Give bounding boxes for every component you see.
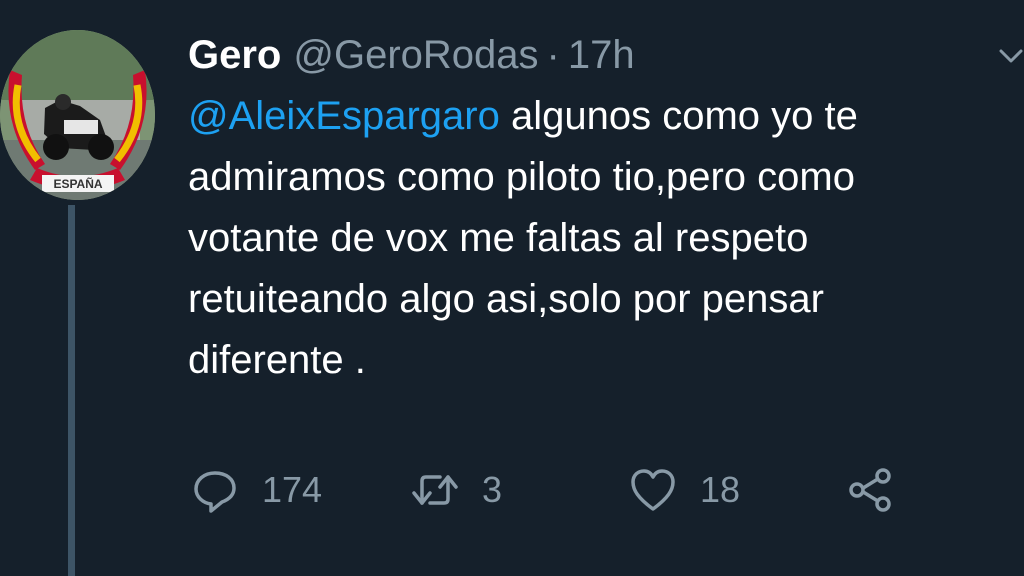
avatar-column: ESPAÑA — [0, 0, 170, 576]
avatar-image: ESPAÑA — [0, 30, 155, 200]
like-count: 18 — [700, 469, 741, 510]
share-icon — [845, 465, 895, 515]
like-icon — [628, 465, 678, 515]
tweet-header: Gero @GeroRodas · 17h — [188, 30, 635, 80]
tweet[interactable]: ESPAÑA Gero @GeroRodas · 17h @AleixEspar… — [0, 0, 1024, 576]
mention-link[interactable]: @AleixEspargaro — [188, 94, 500, 138]
chevron-down-icon[interactable] — [998, 43, 1024, 69]
avatar[interactable]: ESPAÑA — [0, 30, 155, 200]
retweet-count: 3 — [482, 469, 503, 510]
tweet-text: @AleixEspargaro algunos como yo te admir… — [188, 86, 988, 391]
tweet-time[interactable]: 17h — [568, 33, 635, 78]
reply-button[interactable]: 174 — [190, 462, 322, 518]
thread-line — [68, 205, 75, 576]
retweet-button[interactable]: 3 — [410, 462, 502, 518]
reply-icon — [190, 465, 240, 515]
retweet-icon — [410, 465, 460, 515]
like-button[interactable]: 18 — [628, 462, 740, 518]
action-bar: 174 3 18 — [190, 462, 910, 518]
author-name[interactable]: Gero — [188, 33, 281, 78]
separator-dot: · — [546, 32, 560, 77]
author-handle[interactable]: @GeroRodas — [293, 33, 538, 78]
share-button[interactable] — [845, 462, 895, 518]
avatar-badge-text: ESPAÑA — [53, 176, 102, 191]
reply-count: 174 — [262, 469, 323, 510]
